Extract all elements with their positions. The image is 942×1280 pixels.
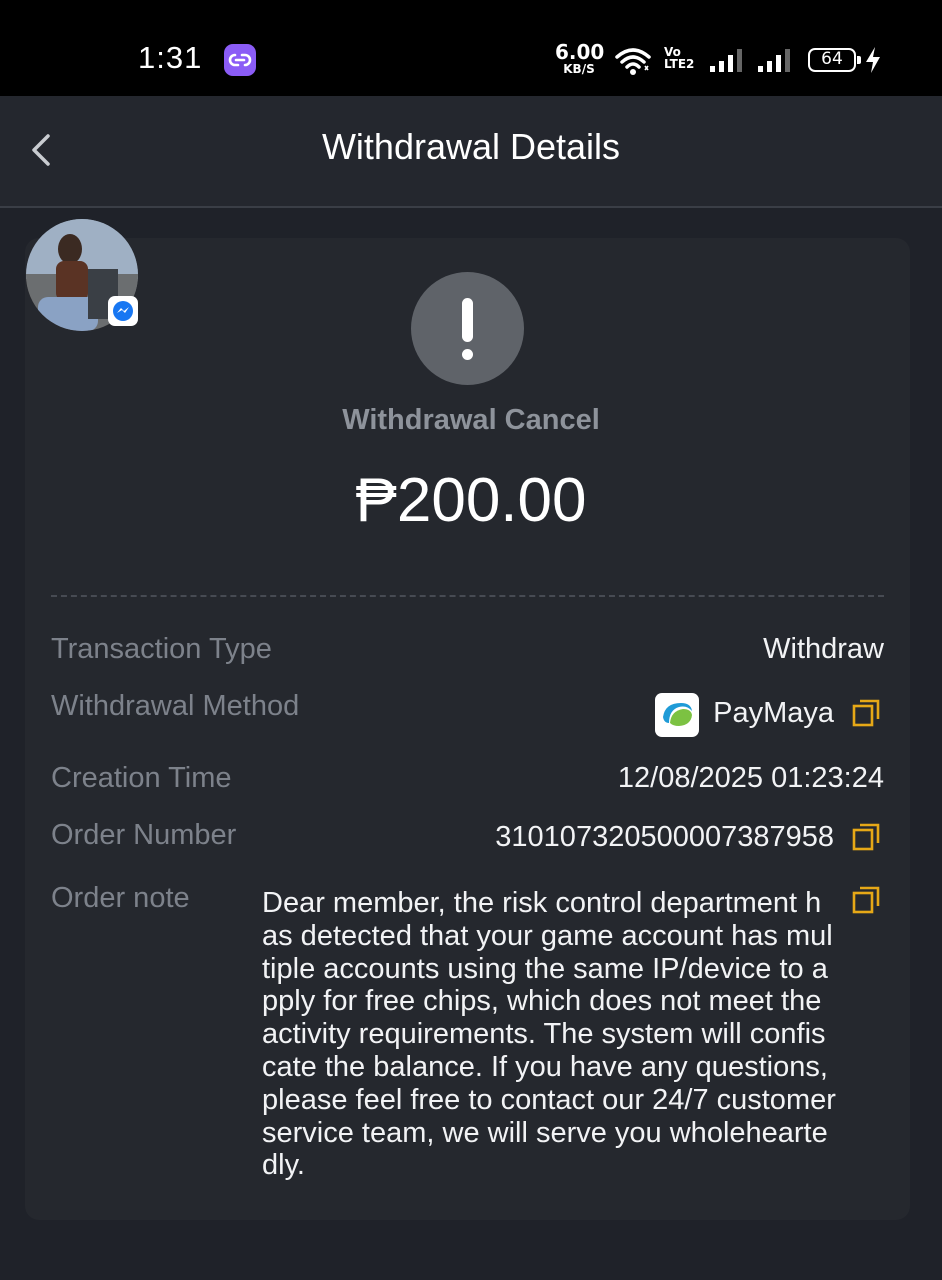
order-note-label: Order note <box>51 882 190 914</box>
battery-icon: 64 <box>808 48 861 72</box>
creation-time-label: Creation Time <box>51 762 232 794</box>
signal-icon-sim1 <box>710 49 742 72</box>
volte-indicator: Vo LTE2 <box>664 46 694 70</box>
messenger-icon <box>108 296 138 326</box>
copy-icon-method[interactable] <box>852 699 880 727</box>
exclamation-icon <box>411 272 524 385</box>
order-number-label: Order Number <box>51 819 237 851</box>
status-time: 1:31 <box>138 40 203 75</box>
withdrawal-amount: ₱200.00 <box>355 466 587 535</box>
dashed-divider <box>51 595 884 597</box>
transaction-type-value: Withdraw <box>763 633 884 665</box>
signal-icon-sim2 <box>758 49 790 72</box>
order-number-value: 3101073205000073879​58 <box>495 821 834 853</box>
copy-icon-order-number[interactable] <box>852 823 880 851</box>
volte-bottom: LTE2 <box>664 57 695 71</box>
paymaya-logo-icon <box>655 693 699 737</box>
transaction-type-label: Transaction Type <box>51 633 272 665</box>
app-header: Withdrawal Details <box>0 96 942 208</box>
withdrawal-status: Withdrawal Cancel <box>342 404 600 436</box>
order-note-text: Dear member, the risk control department… <box>262 887 836 1182</box>
creation-time-value: 12/08/2025 01:23:24 <box>617 762 884 794</box>
wifi-icon <box>615 48 651 75</box>
charging-bolt-icon <box>866 47 880 73</box>
network-speed-unit: KB/S <box>563 62 595 76</box>
status-bar: 1:31 6.00 KB/S Vo LTE2 64 <box>0 0 942 96</box>
chat-head-avatar[interactable] <box>14 216 140 332</box>
network-speed-value: 6.00 <box>555 40 605 64</box>
network-speed: 6.00 KB/S <box>555 40 605 76</box>
page-title: Withdrawal Details <box>321 126 621 167</box>
link-app-icon <box>224 44 256 76</box>
copy-icon-order-note[interactable] <box>852 886 880 914</box>
withdrawal-method-value: PayMaya <box>713 697 834 729</box>
withdrawal-method-label: Withdrawal Method <box>51 690 300 722</box>
